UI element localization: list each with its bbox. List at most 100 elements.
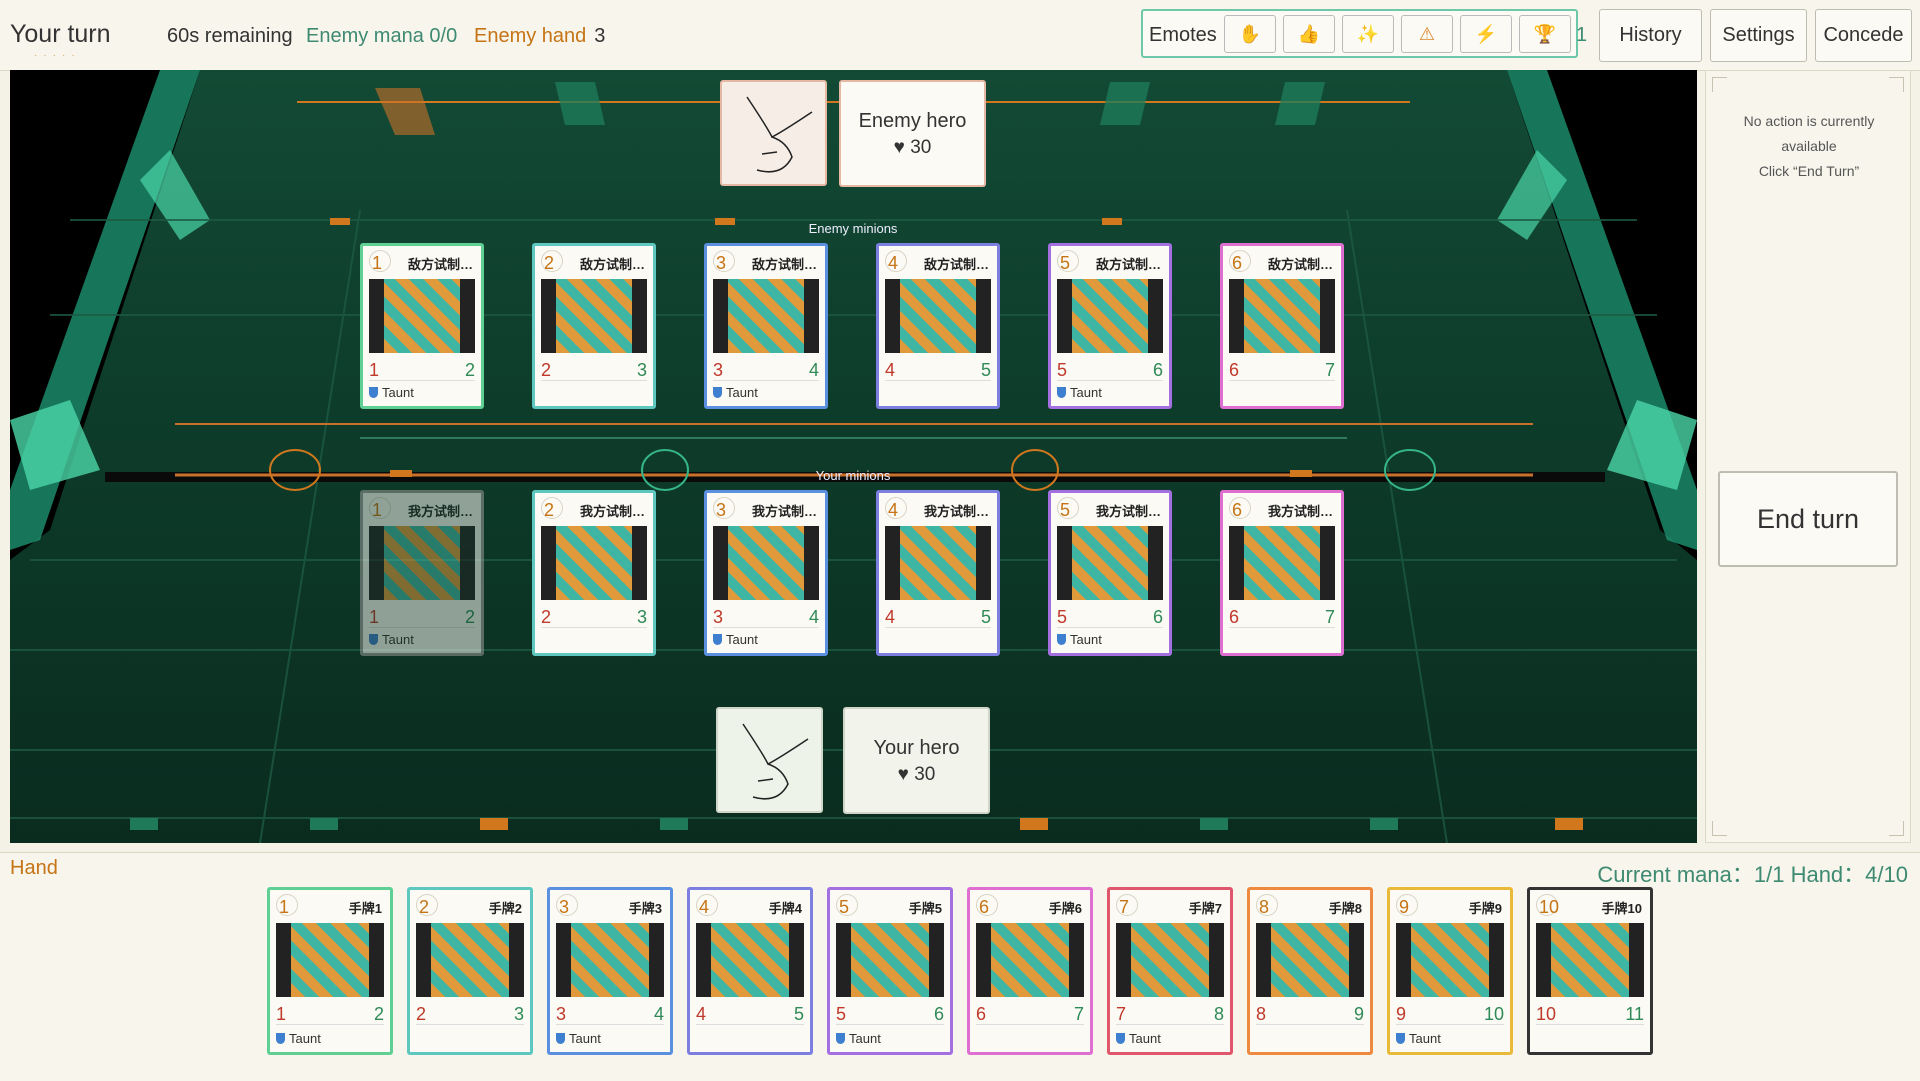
- card-art: [1256, 923, 1364, 997]
- taunt-keyword: Taunt: [1057, 632, 1102, 647]
- hand-card[interactable]: 7 手牌7 7 8 Taunt: [1107, 887, 1233, 1055]
- game-board: Enemy hero ♥ 30 Enemy minions 1 敌方试制… 1 2 Ta…: [10, 70, 1697, 843]
- panel-corner: [1889, 821, 1904, 836]
- card-attack: 1: [369, 360, 380, 380]
- taunt-keyword: Taunt: [276, 1031, 321, 1046]
- history-button[interactable]: History: [1599, 9, 1702, 62]
- card-cost: 1: [279, 897, 290, 917]
- card-art: [1536, 923, 1644, 997]
- card-health: 6: [933, 1004, 944, 1024]
- card-art: [556, 923, 664, 997]
- concede-button[interactable]: Concede: [1815, 9, 1912, 62]
- enemy-hand-label: Enemy hand: [474, 25, 587, 47]
- shield-icon: [836, 1033, 845, 1044]
- taunt-keyword: Taunt: [1057, 385, 1102, 400]
- card-name: 敌方试制…: [579, 257, 645, 272]
- card-cost: 8: [1259, 897, 1270, 917]
- card-divider: [836, 1024, 944, 1025]
- lightning-emote-icon[interactable]: ⚡: [1460, 15, 1512, 53]
- card-art: [369, 279, 475, 353]
- card-cost: 1: [372, 253, 383, 273]
- card-health: 4: [653, 1004, 664, 1024]
- card-name: 敌方试制…: [407, 257, 473, 272]
- enemy-minion-card[interactable]: 6 敌方试制… 6 7: [1220, 243, 1344, 409]
- card-divider: [416, 1024, 524, 1025]
- card-cost: 9: [1399, 897, 1410, 917]
- your-hero-name: Your hero: [873, 737, 960, 759]
- top-bar: Your turn ····· 60s remaining Enemy mana…: [0, 0, 1920, 71]
- card-health: 3: [636, 607, 647, 627]
- taunt-label: Taunt: [726, 385, 758, 400]
- card-name: 我方试制…: [579, 504, 645, 519]
- hand-card[interactable]: 4 手牌4 4 5: [687, 887, 813, 1055]
- enemy-minion-card[interactable]: 2 敌方试制… 2 3: [532, 243, 656, 409]
- hand-card[interactable]: 1 手牌1 1 2 Taunt: [267, 887, 393, 1055]
- card-health: 7: [1324, 607, 1335, 627]
- enemy-hero-portrait[interactable]: [720, 80, 827, 186]
- your-minion-card[interactable]: 6 我方试制… 6 7: [1220, 490, 1344, 656]
- hand-card[interactable]: 8 手牌8 8 9: [1247, 887, 1373, 1055]
- taunt-keyword: Taunt: [713, 385, 758, 400]
- card-name: 敌方试制…: [751, 257, 817, 272]
- settings-button[interactable]: Settings: [1710, 9, 1807, 62]
- card-name: 手牌1: [348, 901, 382, 916]
- enemy-minion-card[interactable]: 5 敌方试制… 5 6 Taunt: [1048, 243, 1172, 409]
- action-message: No action is currently available Click “…: [1716, 109, 1902, 184]
- taunt-label: Taunt: [569, 1031, 601, 1046]
- card-attack: 4: [696, 1004, 707, 1024]
- your-minion-card[interactable]: 2 我方试制… 2 3: [532, 490, 656, 656]
- card-name: 手牌3: [628, 901, 662, 916]
- enemy-minion-card[interactable]: 1 敌方试制… 1 2 Taunt: [360, 243, 484, 409]
- hand-card[interactable]: 3 手牌3 3 4 Taunt: [547, 887, 673, 1055]
- wave-emote-icon[interactable]: ✋: [1224, 15, 1276, 53]
- card-name: 手牌5: [908, 901, 942, 916]
- card-divider: [1256, 1024, 1364, 1025]
- your-minion-card[interactable]: 3 我方试制… 3 4 Taunt: [704, 490, 828, 656]
- your-hero-health: ♥ 30: [897, 764, 936, 785]
- hand-area: Hand Current mana：1/1 Hand：4/10 1 手牌1 1 2 Ta…: [0, 852, 1920, 1081]
- card-divider: [885, 627, 991, 628]
- hand-card[interactable]: 2 手牌2 2 3: [407, 887, 533, 1055]
- card-attack: 4: [885, 360, 896, 380]
- trophy-emote-icon[interactable]: 🏆: [1519, 15, 1571, 53]
- card-art: [1396, 923, 1504, 997]
- taunt-label: Taunt: [1070, 385, 1102, 400]
- enemy-hand: Enemy hand 3: [474, 25, 605, 48]
- taunt-keyword: Taunt: [556, 1031, 601, 1046]
- card-divider: [1229, 627, 1335, 628]
- card-health: 5: [980, 607, 991, 627]
- hand-card[interactable]: 6 手牌6 6 7: [967, 887, 1093, 1055]
- your-minion-card[interactable]: 4 我方试制… 4 5: [876, 490, 1000, 656]
- warning-emote-icon[interactable]: ⚠: [1401, 15, 1453, 53]
- card-cost: 7: [1119, 897, 1130, 917]
- your-minion-card[interactable]: 5 我方试制… 5 6 Taunt: [1048, 490, 1172, 656]
- card-cost: 4: [888, 500, 899, 520]
- your-hero-portrait[interactable]: [716, 707, 823, 813]
- card-art: [276, 923, 384, 997]
- hand-card[interactable]: 9 手牌9 9 10 Taunt: [1387, 887, 1513, 1055]
- enemy-minion-card[interactable]: 4 敌方试制… 4 5: [876, 243, 1000, 409]
- card-health: 2: [464, 607, 475, 627]
- card-name: 手牌4: [768, 901, 802, 916]
- card-art: [1229, 526, 1335, 600]
- action-panel: No action is currently available Click “…: [1705, 70, 1911, 843]
- card-art: [976, 923, 1084, 997]
- card-attack: 3: [713, 360, 724, 380]
- card-health: 9: [1353, 1004, 1364, 1024]
- card-cost: 5: [839, 897, 850, 917]
- card-health: 5: [793, 1004, 804, 1024]
- end-turn-button[interactable]: End turn: [1718, 471, 1898, 567]
- your-minion-card[interactable]: 1 我方试制… 1 2 Taunt: [360, 490, 484, 656]
- card-divider: [1229, 380, 1335, 381]
- hand-card[interactable]: 10 手牌10 10 11: [1527, 887, 1653, 1055]
- shield-icon: [1057, 634, 1066, 645]
- thumbs-up-emote-icon[interactable]: 👍: [1283, 15, 1335, 53]
- taunt-label: Taunt: [289, 1031, 321, 1046]
- hand-card[interactable]: 5 手牌5 5 6 Taunt: [827, 887, 953, 1055]
- card-cost: 3: [716, 253, 727, 273]
- taunt-keyword: Taunt: [369, 385, 414, 400]
- enemy-minion-card[interactable]: 3 敌方试制… 3 4 Taunt: [704, 243, 828, 409]
- your-hero[interactable]: Your hero ♥ 30: [843, 707, 990, 814]
- sparkle-emote-icon[interactable]: ✨: [1342, 15, 1394, 53]
- enemy-hero[interactable]: Enemy hero ♥ 30: [839, 80, 986, 187]
